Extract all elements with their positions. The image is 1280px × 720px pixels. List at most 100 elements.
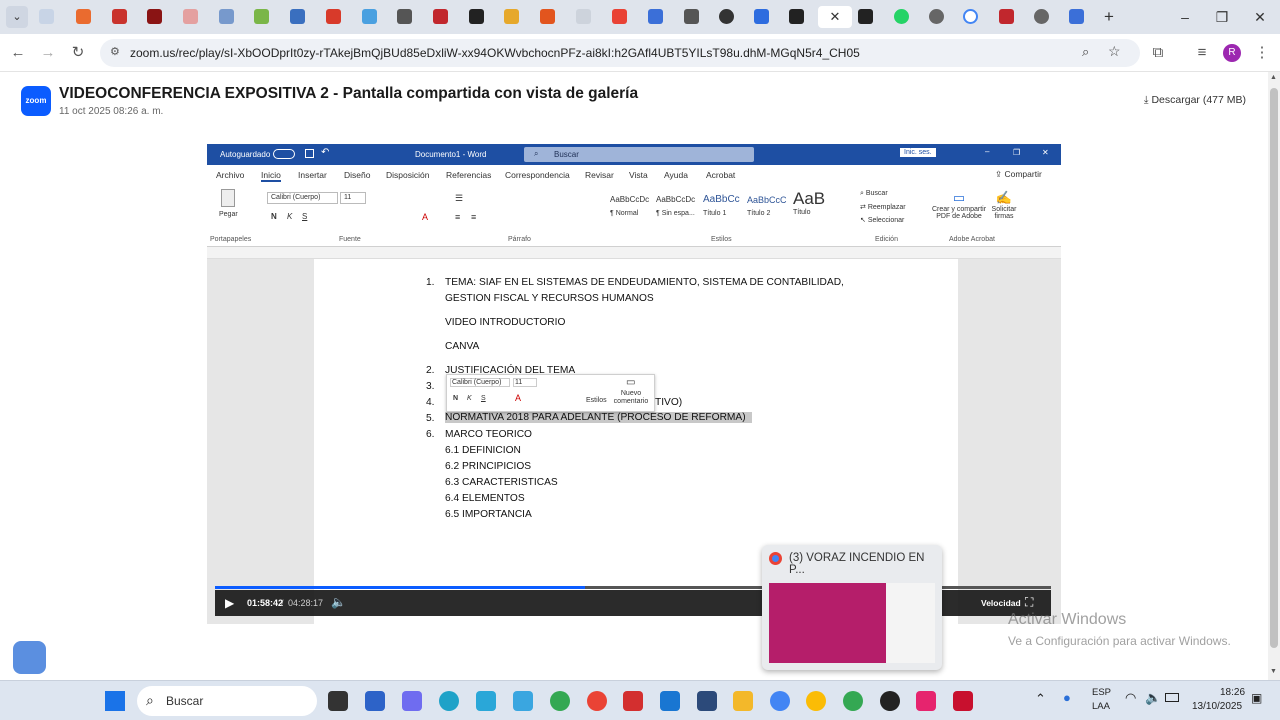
chrome-icon[interactable] xyxy=(806,691,826,711)
tab-icon[interactable] xyxy=(397,9,412,24)
sign-in-button[interactable]: Inic. ses. xyxy=(900,148,936,157)
tab-vista[interactable]: Vista xyxy=(629,170,648,180)
tab-archivo[interactable]: Archivo xyxy=(216,170,244,180)
tab-disposicion[interactable]: Disposición xyxy=(386,170,429,180)
tab-diseno[interactable]: Diseño xyxy=(344,170,370,180)
italic-button[interactable]: K xyxy=(287,212,292,221)
word-search-box[interactable]: ⌕ Buscar xyxy=(524,147,754,162)
tab-icon[interactable] xyxy=(540,9,555,24)
battery-icon[interactable] xyxy=(1165,693,1179,702)
tab-icon[interactable] xyxy=(1034,9,1049,24)
taskbar-app-icon[interactable] xyxy=(513,691,533,711)
task-view-icon[interactable] xyxy=(328,691,348,711)
profile-avatar[interactable]: R xyxy=(1223,44,1241,62)
mini-comment-label[interactable]: Nuevo comentario xyxy=(612,390,650,406)
preview-thumbnail[interactable] xyxy=(769,583,935,663)
acrobat-icon[interactable] xyxy=(953,691,973,711)
extensions-icon[interactable]: ⧉ xyxy=(1148,43,1168,63)
tab-icon[interactable] xyxy=(290,9,305,24)
tab-revisar[interactable]: Revisar xyxy=(585,170,614,180)
tab-icon[interactable] xyxy=(504,9,519,24)
tab-icon[interactable] xyxy=(719,9,734,24)
style-heading1[interactable]: AaBbCc Título 1 xyxy=(703,194,740,217)
tab-icon[interactable] xyxy=(929,9,944,24)
shield-icon[interactable] xyxy=(13,641,46,674)
zoom-lens-icon[interactable]: ⌕ xyxy=(1082,44,1089,60)
language-layout[interactable]: LAA xyxy=(1092,701,1110,712)
tab-correspondencia[interactable]: Correspondencia xyxy=(505,170,570,180)
style-no-spacing[interactable]: AaBbCcDc ¶ Sin espa... xyxy=(656,195,695,217)
find-button[interactable]: ⌕ Buscar xyxy=(860,190,888,198)
mini-italic[interactable]: K xyxy=(467,395,472,402)
tab-icon[interactable] xyxy=(576,9,591,24)
tab-icon[interactable] xyxy=(684,9,699,24)
tab-icon[interactable] xyxy=(858,9,873,24)
forward-button[interactable]: → xyxy=(38,43,58,63)
tab-acrobat[interactable]: Acrobat xyxy=(706,170,735,180)
tab-inicio[interactable]: Inicio xyxy=(261,170,281,182)
share-button[interactable]: ⇪ Compartir xyxy=(995,169,1042,180)
word-close[interactable]: ✕ xyxy=(1042,148,1049,157)
maximize-button[interactable]: ❐ xyxy=(1213,8,1231,26)
play-icon[interactable]: ▶ xyxy=(225,596,234,610)
clock-date[interactable]: 13/10/2025 xyxy=(1192,701,1242,712)
tab-icon[interactable] xyxy=(648,9,663,24)
align-left-icon[interactable]: ≡ xyxy=(455,212,460,222)
chrome-icon[interactable] xyxy=(587,691,607,711)
speed-button[interactable]: Velocidad xyxy=(981,598,1021,608)
download-button[interactable]: ⤓ Descargar (477 MB) xyxy=(1144,94,1246,107)
tab-icon[interactable] xyxy=(76,9,91,24)
tab-ayuda[interactable]: Ayuda xyxy=(664,170,688,180)
tiktok-icon[interactable] xyxy=(916,691,936,711)
reload-button[interactable]: ↻ xyxy=(68,43,88,63)
select-button[interactable]: ↖ Seleccionar xyxy=(860,216,904,224)
comment-icon[interactable]: ▭ xyxy=(626,377,635,388)
scroll-down-arrow[interactable]: ▼ xyxy=(1270,668,1277,675)
taskbar-search-box[interactable]: ⌕ Buscar xyxy=(137,686,317,716)
tab-icon[interactable] xyxy=(112,9,127,24)
bold-button[interactable]: N xyxy=(271,212,277,221)
tab-icon[interactable] xyxy=(999,9,1014,24)
paste-label[interactable]: Pegar xyxy=(219,211,238,218)
browser-menu-icon[interactable]: ⋮ xyxy=(1252,43,1272,63)
font-color-icon[interactable]: A xyxy=(422,212,428,222)
taskbar-app-icon[interactable] xyxy=(880,691,900,711)
scroll-up-arrow[interactable]: ▲ xyxy=(1270,74,1277,81)
tab-referencias[interactable]: Referencias xyxy=(446,170,491,180)
font-name-box[interactable]: Calibri (Cuerpo) xyxy=(267,192,338,204)
word-minimize[interactable]: – xyxy=(985,147,989,156)
style-title[interactable]: AaB Título xyxy=(793,189,825,216)
underline-button[interactable]: S xyxy=(302,212,307,221)
new-tab-button[interactable]: + xyxy=(1100,8,1118,26)
autosave-toggle[interactable] xyxy=(273,149,295,159)
mini-bold[interactable]: N xyxy=(453,395,458,402)
mini-underline[interactable]: S xyxy=(481,395,486,402)
url-field[interactable]: ⚙ zoom.us/rec/play/sI-XbOODprIt0zy-rTAke… xyxy=(100,39,1140,67)
tab-icon[interactable] xyxy=(147,9,162,24)
site-info-icon[interactable]: ⚙ xyxy=(110,45,120,58)
chrome-icon[interactable] xyxy=(770,691,790,711)
google-icon[interactable] xyxy=(963,9,978,24)
save-icon[interactable] xyxy=(305,149,314,158)
tab-insertar[interactable]: Insertar xyxy=(298,170,327,180)
minimize-button[interactable]: – xyxy=(1176,8,1194,26)
tab-icon[interactable] xyxy=(433,9,448,24)
mini-font-color-icon[interactable]: A xyxy=(515,393,521,403)
tab-icon[interactable] xyxy=(326,9,341,24)
font-size-box[interactable]: 11 xyxy=(340,192,366,204)
back-button[interactable]: ← xyxy=(8,43,28,63)
mini-font-box[interactable]: Calibri (Cuerpo) xyxy=(450,378,510,387)
chrome-icon[interactable] xyxy=(843,691,863,711)
close-window-button[interactable]: ✕ xyxy=(1251,8,1269,26)
tab-icon[interactable] xyxy=(183,9,198,24)
tab-icon[interactable] xyxy=(789,9,804,24)
taskbar-app-icon[interactable] xyxy=(476,691,496,711)
whatsapp-icon[interactable] xyxy=(894,9,909,24)
media-control-icon[interactable]: ≡ xyxy=(1192,43,1212,63)
taskbar-app-icon[interactable] xyxy=(623,691,643,711)
gmail-icon[interactable] xyxy=(612,9,627,24)
undo-icon[interactable]: ↶ xyxy=(321,147,329,158)
taskbar-app-icon[interactable] xyxy=(660,691,680,711)
bookmark-star-icon[interactable]: ☆ xyxy=(1108,43,1121,60)
tab-icon[interactable] xyxy=(254,9,269,24)
